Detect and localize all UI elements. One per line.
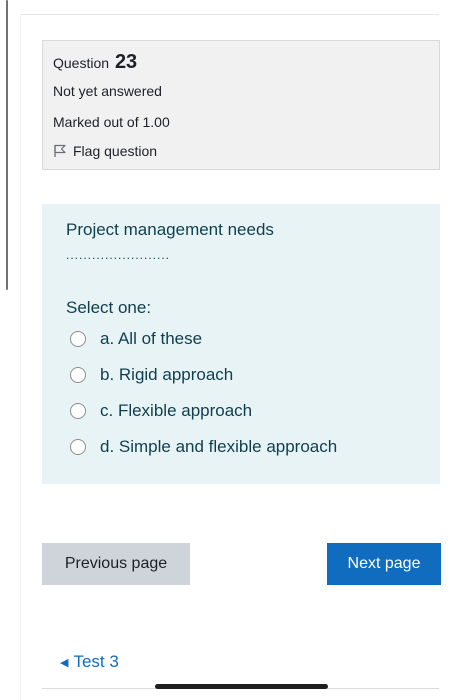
back-link-label: Test 3 bbox=[73, 652, 119, 671]
back-to-test-link[interactable]: ◀ Test 3 bbox=[60, 652, 119, 672]
option-a[interactable]: a. All of these bbox=[70, 329, 202, 349]
option-c[interactable]: c. Flexible approach bbox=[70, 401, 252, 421]
option-label: c. Flexible approach bbox=[100, 401, 253, 420]
quiz-page: Question 23 Not yet answered Marked out … bbox=[0, 0, 453, 700]
radio-unchecked-icon[interactable] bbox=[70, 331, 86, 347]
left-divider bbox=[20, 14, 21, 700]
question-title: Question 23 bbox=[53, 51, 137, 74]
top-divider bbox=[20, 14, 439, 15]
select-one-prompt: Select one: bbox=[66, 298, 152, 317]
next-page-button[interactable]: Next page bbox=[327, 543, 441, 585]
question-prefix: Question bbox=[53, 55, 110, 71]
option-label: a. All of these bbox=[100, 329, 203, 348]
triangle-left-icon: ◀ bbox=[60, 656, 69, 669]
question-grade: Marked out of 1.00 bbox=[53, 114, 170, 130]
home-indicator[interactable] bbox=[155, 684, 328, 689]
radio-unchecked-icon[interactable] bbox=[70, 367, 86, 383]
question-content-panel: Project management needs ...............… bbox=[42, 204, 440, 484]
radio-unchecked-icon[interactable] bbox=[70, 403, 86, 419]
option-label: d. Simple and flexible approach bbox=[100, 437, 338, 456]
radio-unchecked-icon[interactable] bbox=[70, 439, 86, 455]
flag-question-button[interactable]: Flag question bbox=[53, 143, 157, 159]
previous-page-button[interactable]: Previous page bbox=[42, 543, 190, 585]
question-state: Not yet answered bbox=[53, 83, 162, 99]
option-b[interactable]: b. Rigid approach bbox=[70, 365, 233, 385]
scrollbar[interactable] bbox=[6, 0, 8, 290]
flag-question-label: Flag question bbox=[73, 143, 158, 159]
flag-icon bbox=[53, 144, 67, 158]
question-text: Project management needs bbox=[66, 220, 274, 239]
question-number: 23 bbox=[114, 51, 138, 73]
option-d[interactable]: d. Simple and flexible approach bbox=[70, 437, 337, 457]
option-label: b. Rigid approach bbox=[100, 365, 234, 384]
question-info-panel: Question 23 Not yet answered Marked out … bbox=[42, 40, 440, 170]
answer-blank: ........................ bbox=[66, 248, 171, 262]
